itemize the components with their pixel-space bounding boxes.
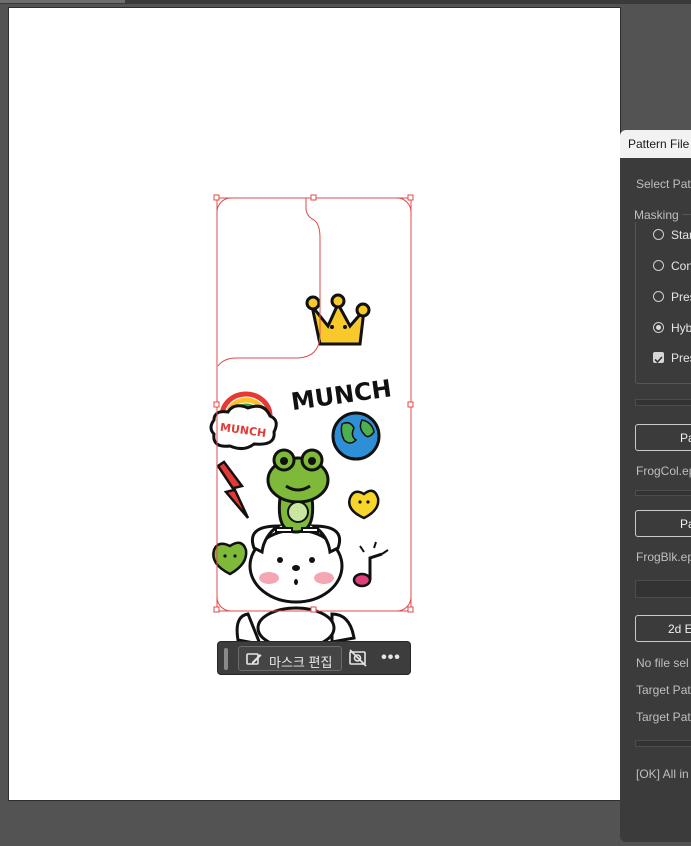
phone-case-artwork: MUNCH MUNCH	[209, 194, 414, 650]
checkmark-icon	[654, 356, 663, 364]
munch-title: MUNCH	[289, 374, 393, 416]
progress-bar-3	[635, 740, 691, 747]
file-name-1: FrogCol.ep	[636, 464, 691, 478]
crown-sticker	[305, 293, 371, 346]
music-note-sticker	[352, 572, 372, 588]
dog-left-cheek	[259, 572, 279, 584]
target-pattern-label-2: Target Pat	[636, 710, 691, 724]
option-radio-2[interactable]	[653, 260, 664, 271]
target-pattern-label-1: Target Pat	[636, 683, 691, 697]
contextual-task-bar: 마스크 편집 •••	[217, 641, 411, 675]
option-label-5: Pres	[671, 351, 691, 365]
release-mask-button[interactable]	[348, 649, 370, 669]
no-file-label: No file sel	[636, 656, 689, 670]
edit-mask-label: 마스크 편집	[269, 655, 333, 670]
dialog-title: Pattern File	[628, 137, 690, 151]
dog-right-cheek	[314, 572, 334, 584]
option-label-2: Con	[671, 259, 691, 273]
option-checkbox[interactable]	[653, 352, 664, 364]
green-heart-sticker	[212, 541, 248, 576]
pattern-button-2-label: Pa	[680, 517, 691, 531]
more-options-button[interactable]: •••	[378, 647, 404, 669]
yellow-heart-sticker	[348, 489, 380, 520]
edit-mask-button[interactable]: 마스크 편집	[238, 646, 342, 671]
lightning-sticker	[216, 460, 250, 519]
select-pattern-label: Select Patt	[636, 177, 691, 191]
dialog-titlebar[interactable]: Pattern File	[620, 130, 691, 158]
globe-sticker	[331, 411, 381, 461]
option-label-1: Stan	[671, 228, 691, 242]
file-name-2: FrogBlk.ep	[636, 550, 691, 564]
pattern-button-1-label: Pa	[680, 431, 691, 445]
mask-off-icon	[349, 649, 367, 667]
drag-handle[interactable]	[224, 648, 228, 670]
pattern-button-3-label: 2d E	[668, 622, 691, 636]
progress-bar-1	[635, 399, 691, 406]
option-radio-3[interactable]	[653, 291, 664, 302]
file-field[interactable]	[635, 580, 691, 598]
option-radio-4[interactable]	[653, 322, 664, 333]
option-radio-1[interactable]	[653, 229, 664, 240]
progress-bar-2	[635, 490, 691, 496]
edit-mask-icon	[246, 653, 262, 665]
pattern-button-2[interactable]: Pa	[635, 510, 691, 537]
pattern-button-3[interactable]: 2d E	[635, 615, 691, 642]
option-label-4: Hyb	[671, 321, 691, 335]
pattern-button-1[interactable]: Pa	[635, 424, 691, 451]
dog-nose	[292, 565, 300, 571]
masking-group-legend: Masking	[631, 208, 682, 222]
pattern-file-dialog: Pattern File Select Patt Masking Stan Co…	[620, 130, 691, 842]
option-label-3: Pres	[671, 290, 691, 304]
dog-character	[235, 524, 356, 650]
status-message: [OK] All in	[636, 767, 689, 781]
